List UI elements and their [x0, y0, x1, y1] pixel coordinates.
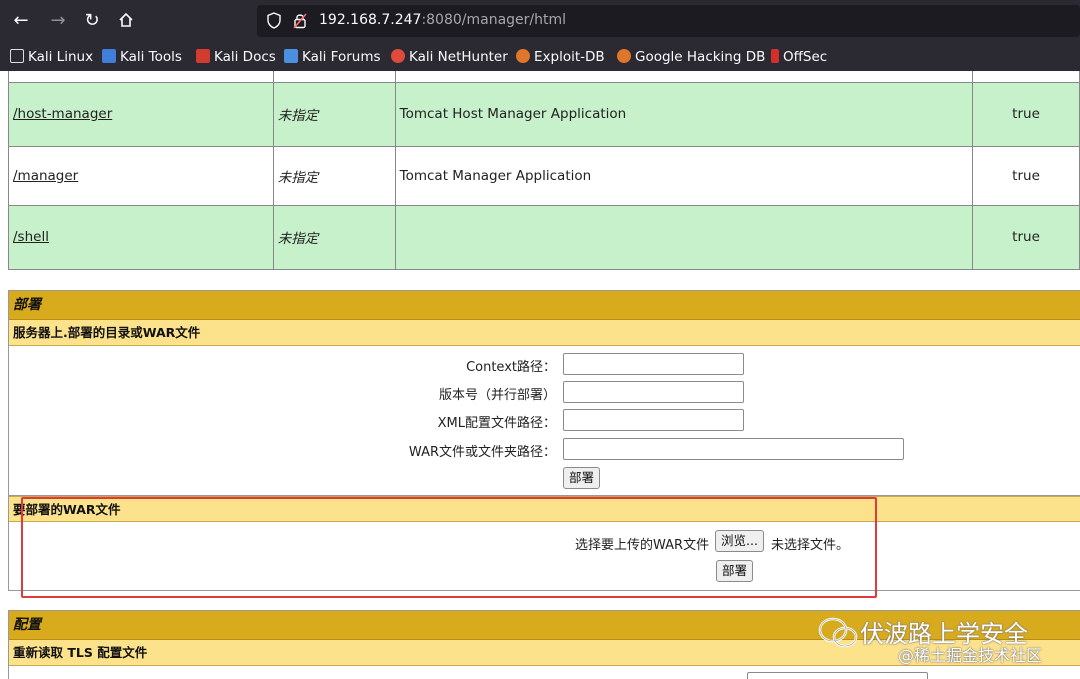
- war-path-row: WAR文件或文件夹路径：: [300, 438, 556, 460]
- url-host: 192.168.7.247: [319, 12, 422, 28]
- home-icon[interactable]: [113, 8, 139, 34]
- app-running-cell: true: [972, 204, 1080, 270]
- table-row: /shell 未指定 true: [8, 204, 1080, 270]
- kali-dragon-icon: [10, 49, 24, 63]
- app-path-link[interactable]: /manager: [13, 168, 78, 184]
- table-row: /host-manager 未指定 Tomcat Host Manager Ap…: [8, 81, 1080, 147]
- kali-forums-icon: [284, 49, 298, 63]
- war-path-input[interactable]: [563, 438, 904, 460]
- bookmark-label: Kali Tools: [120, 49, 182, 65]
- bookmark-kali-tools[interactable]: Kali Tools: [102, 48, 182, 66]
- bookmark-label: Kali Docs: [214, 49, 276, 65]
- bookmark-label: Exploit-DB: [534, 49, 605, 65]
- bookmark-offsec[interactable]: OffSec: [771, 48, 827, 66]
- app-running-cell: true: [972, 81, 1080, 147]
- offsec-icon: [771, 49, 779, 63]
- app-path-cell: /host-manager: [8, 81, 274, 147]
- bookmark-label: OffSec: [783, 49, 828, 65]
- context-label: Context路径：: [466, 360, 556, 375]
- app-path-cell: /shell: [8, 204, 274, 270]
- context-path-input[interactable]: [563, 353, 744, 375]
- bookmarks-bar: Kali Linux Kali Tools Kali Docs Kali For…: [0, 42, 1080, 71]
- kali-tools-icon: [102, 49, 116, 63]
- kali-docs-icon: [196, 49, 210, 63]
- applications-table: /host-manager 未指定 Tomcat Host Manager Ap…: [8, 71, 1080, 270]
- app-name-cell: Tomcat Host Manager Application: [394, 81, 974, 147]
- back-arrow-icon[interactable]: ←: [8, 8, 34, 34]
- forward-arrow-icon[interactable]: →: [45, 8, 71, 34]
- server-deploy-subtitle: 服务器上.部署的目录或WAR文件: [9, 320, 1080, 346]
- xml-config-input[interactable]: [563, 409, 744, 431]
- bookmark-label: Kali NetHunter: [409, 49, 508, 65]
- deploy-title: 部署: [9, 291, 1080, 320]
- app-version-cell: 未指定: [272, 204, 396, 270]
- watermark: 伏波路上学安全 @稀土掘金技术社区: [812, 612, 1080, 676]
- watermark-subtitle: @稀土掘金技术社区: [898, 646, 1043, 665]
- bookmark-label: Google Hacking DB: [635, 49, 766, 65]
- insecure-lock-icon[interactable]: [293, 12, 307, 29]
- app-version-cell: 未指定: [272, 81, 396, 147]
- app-version-cell: 未指定: [272, 145, 396, 206]
- exploit-db-icon: [516, 49, 530, 63]
- bookmark-kali-nethunter[interactable]: Kali NetHunter: [391, 48, 508, 66]
- bookmark-label: Kali Linux: [28, 49, 94, 65]
- url-text[interactable]: 192.168.7.247:8080/manager/html: [319, 12, 566, 28]
- app-path-cell: /manager: [8, 145, 274, 206]
- version-input[interactable]: [563, 381, 744, 403]
- reload-icon[interactable]: ↻: [79, 8, 105, 34]
- bookmark-kali-forums[interactable]: Kali Forums: [284, 48, 381, 66]
- deploy-button[interactable]: 部署: [563, 467, 601, 489]
- table-row: /manager 未指定 Tomcat Manager Application …: [8, 145, 1080, 206]
- app-path-link[interactable]: /shell: [13, 229, 49, 245]
- version-label: 版本号（并行部署）: [438, 388, 556, 403]
- bookmark-google-hacking-db[interactable]: Google Hacking DB: [617, 48, 765, 66]
- bookmark-exploit-db[interactable]: Exploit-DB: [516, 48, 605, 66]
- app-name-cell: [394, 204, 974, 270]
- kali-nethunter-icon: [391, 49, 405, 63]
- url-bar[interactable]: 192.168.7.247:8080/manager/html: [257, 5, 1080, 37]
- version-row: 版本号（并行部署）: [300, 381, 556, 403]
- app-running-cell: true: [972, 145, 1080, 206]
- ghdb-icon: [617, 49, 631, 63]
- shield-icon[interactable]: [267, 12, 281, 29]
- url-path: :8080/manager/html: [421, 12, 567, 28]
- bookmark-kali-docs[interactable]: Kali Docs: [196, 48, 276, 66]
- wechat-icon: [818, 617, 858, 648]
- xml-config-label: XML配置文件路径：: [437, 416, 556, 431]
- app-name-cell: Tomcat Manager Application: [394, 145, 974, 206]
- bookmark-label: Kali Forums: [302, 49, 381, 65]
- bookmark-kali-linux[interactable]: Kali Linux: [10, 48, 93, 66]
- browser-toolbar: ← → ↻ 192.168.7.247:8080/manager/html: [0, 0, 1080, 42]
- app-path-link[interactable]: /host-manager: [13, 106, 112, 122]
- highlight-box: [21, 497, 877, 598]
- context-row: Context路径：: [300, 353, 556, 375]
- war-path-label: WAR文件或文件夹路径：: [408, 445, 556, 460]
- xml-row: XML配置文件路径：: [300, 409, 556, 431]
- table-row: [8, 71, 1080, 83]
